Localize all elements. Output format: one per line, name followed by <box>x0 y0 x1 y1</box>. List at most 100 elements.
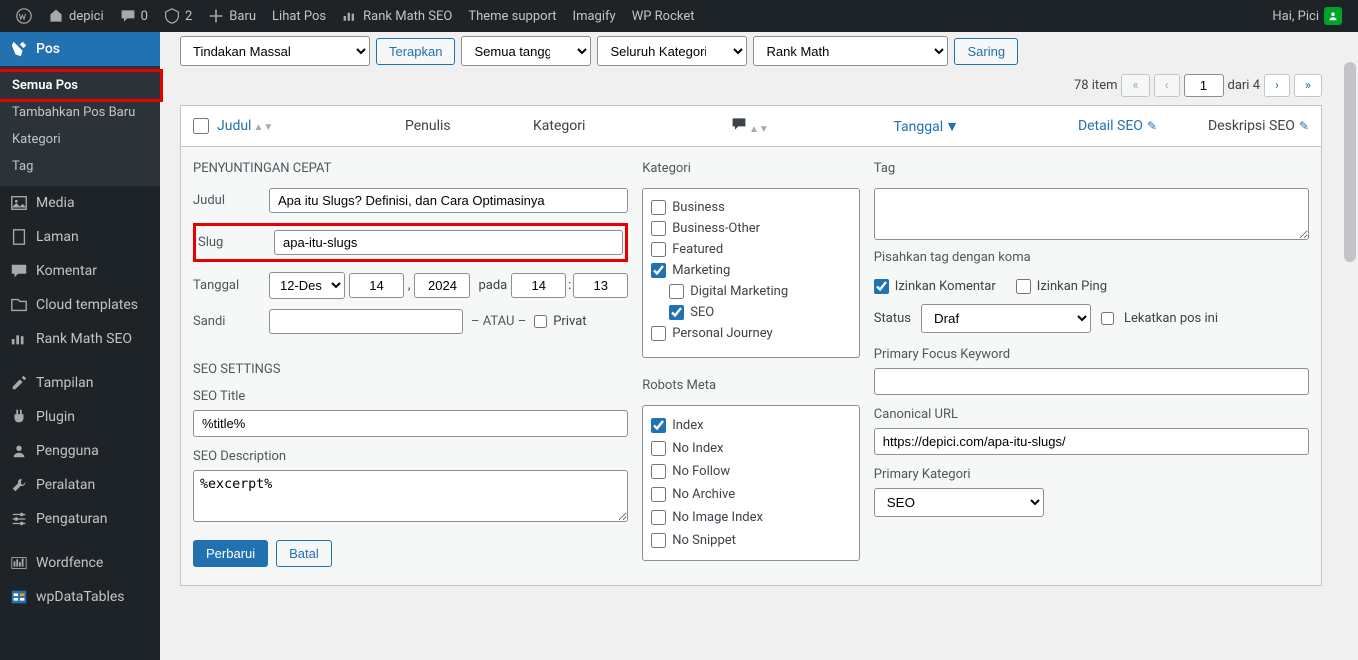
categories-list[interactable]: Business Business-Other Featured Marketi… <box>642 188 860 358</box>
prev-page[interactable]: ‹ <box>1154 74 1180 97</box>
rank-math-bar[interactable]: Rank Math SEO <box>334 0 460 32</box>
submenu-all-posts[interactable]: Semua Pos <box>0 69 163 102</box>
wp-logo[interactable] <box>8 0 40 32</box>
col-title[interactable]: Judul▲▼ <box>217 118 397 134</box>
col-date[interactable]: Tanggal▼ <box>809 118 959 135</box>
robot-no-image-index[interactable] <box>651 510 666 525</box>
new-content[interactable]: Baru <box>200 0 264 32</box>
or-label: – ATAU – <box>471 314 526 329</box>
theme-support[interactable]: Theme support <box>460 0 564 32</box>
seo-settings-heading: SEO SETTINGS <box>193 362 628 377</box>
sidebar-item-users[interactable]: Pengguna <box>0 434 160 468</box>
comments-link[interactable]: 0 <box>112 0 156 32</box>
last-page[interactable]: » <box>1294 74 1322 97</box>
next-page[interactable]: › <box>1264 74 1290 97</box>
sticky-label: Lekatkan pos ini <box>1124 311 1218 326</box>
robot-no-snippet[interactable] <box>651 533 666 548</box>
posts-submenu: Semua Pos Tambahkan Pos Baru Kategori Ta… <box>0 66 160 186</box>
select-all-checkbox[interactable] <box>193 118 209 134</box>
cat-featured[interactable] <box>651 242 666 257</box>
view-posts[interactable]: Lihat Pos <box>264 0 334 32</box>
current-page-input[interactable] <box>1184 74 1224 97</box>
cancel-button[interactable]: Batal <box>276 540 332 567</box>
filter-button[interactable]: Saring <box>954 38 1018 65</box>
allow-pings-checkbox[interactable] <box>1016 279 1031 294</box>
status-label: Status <box>874 311 911 326</box>
sidebar-item-wpdatatables[interactable]: wpDataTables <box>0 580 160 614</box>
sticky-checkbox[interactable] <box>1101 312 1114 325</box>
vertical-scrollbar[interactable] <box>1342 32 1358 660</box>
robots-list: Index No Index No Follow No Archive No I… <box>642 405 860 561</box>
cat-personal-journey[interactable] <box>651 326 666 341</box>
seo-title-label: SEO Title <box>193 389 628 404</box>
status-select[interactable]: Draf <box>921 304 1091 333</box>
sidebar-item-pages[interactable]: Laman <box>0 220 160 254</box>
allow-pings-label: Izinkan Ping <box>1037 279 1107 294</box>
title-input[interactable] <box>269 188 628 213</box>
private-checkbox[interactable] <box>534 315 547 328</box>
content-area: Tindakan Massal Terapkan Semua tanggal S… <box>160 32 1342 586</box>
slug-input[interactable] <box>274 230 623 255</box>
sidebar-item-appearance[interactable]: Tampilan <box>0 366 160 400</box>
minute-input[interactable] <box>573 273 628 298</box>
col-author: Penulis <box>405 118 525 134</box>
month-select[interactable]: 12-Des <box>269 272 345 299</box>
sidebar-item-settings[interactable]: Pengaturan <box>0 502 160 536</box>
rank-math-filter[interactable]: Rank Math <box>753 36 948 66</box>
bulk-actions-select[interactable]: Tindakan Massal <box>180 36 370 66</box>
password-input[interactable] <box>269 309 463 334</box>
at-label: pada <box>478 278 507 293</box>
primary-category-label: Primary Kategori <box>874 467 1309 482</box>
wp-rocket[interactable]: WP Rocket <box>624 0 703 32</box>
seo-desc-textarea[interactable]: %excerpt% <box>193 470 628 522</box>
primary-category-select[interactable]: SEO <box>874 488 1044 517</box>
site-name[interactable]: depici <box>40 0 112 32</box>
allow-comments-checkbox[interactable] <box>874 279 889 294</box>
top-filters: Tindakan Massal Terapkan Semua tanggal S… <box>180 36 1322 66</box>
sidebar-item-plugins[interactable]: Plugin <box>0 400 160 434</box>
sidebar-item-media[interactable]: Media <box>0 186 160 220</box>
sidebar-item-posts[interactable]: Pos <box>0 32 160 66</box>
submenu-categories[interactable]: Kategori <box>0 126 160 153</box>
seo-title-input[interactable] <box>193 410 628 437</box>
col-desc-seo[interactable]: Deskripsi SEO✎ <box>1165 118 1309 134</box>
focus-keyword-input[interactable] <box>874 368 1309 395</box>
robots-meta-label: Robots Meta <box>642 378 860 393</box>
robot-index[interactable] <box>651 418 666 433</box>
col-detail-seo[interactable]: Detail SEO✎ <box>967 118 1157 134</box>
update-button[interactable]: Perbarui <box>193 540 268 567</box>
col-comments[interactable]: ▲▼ <box>731 116 801 136</box>
robot-no-index[interactable] <box>651 441 666 456</box>
quick-edit-heading: PENYUNTINGAN CEPAT <box>193 161 628 176</box>
first-page[interactable]: « <box>1121 74 1149 97</box>
apply-button[interactable]: Terapkan <box>376 38 455 65</box>
hour-input[interactable] <box>511 273 566 298</box>
tag-textarea[interactable] <box>874 188 1309 240</box>
cat-business-other[interactable] <box>651 221 666 236</box>
submenu-tags[interactable]: Tag <box>0 153 160 180</box>
day-input[interactable] <box>349 273 404 298</box>
sidebar-item-cloud-templates[interactable]: Cloud templates <box>0 288 160 322</box>
submenu-add-new[interactable]: Tambahkan Pos Baru <box>0 99 160 126</box>
updates-link[interactable]: 2 <box>156 0 200 32</box>
items-count: 78 item <box>1074 78 1118 93</box>
cat-seo[interactable] <box>669 305 684 320</box>
sidebar-item-comments[interactable]: Komentar <box>0 254 160 288</box>
quick-edit-col1: PENYUNTINGAN CEPAT Judul Slug Tanggal 12… <box>193 161 628 567</box>
canonical-input[interactable] <box>874 428 1309 455</box>
robot-no-follow[interactable] <box>651 464 666 479</box>
year-input[interactable] <box>414 273 470 298</box>
sidebar-item-tools[interactable]: Peralatan <box>0 468 160 502</box>
cat-digital-marketing[interactable] <box>669 284 684 299</box>
cat-marketing[interactable] <box>651 263 666 278</box>
category-filter[interactable]: Seluruh Kategori <box>597 36 747 66</box>
sidebar-item-rank-math[interactable]: Rank Math SEO <box>0 322 160 356</box>
quick-edit-col3: Tag Pisahkan tag dengan koma Izinkan Kom… <box>874 161 1309 567</box>
cat-business[interactable] <box>651 200 666 215</box>
sidebar-item-wordfence[interactable]: Wordfence <box>0 546 160 580</box>
imagify[interactable]: Imagify <box>565 0 624 32</box>
date-filter[interactable]: Semua tanggal <box>461 36 591 66</box>
password-label: Sandi <box>193 314 269 329</box>
robot-no-archive[interactable] <box>651 487 666 502</box>
howdy[interactable]: Hai, Pici <box>1264 0 1350 32</box>
